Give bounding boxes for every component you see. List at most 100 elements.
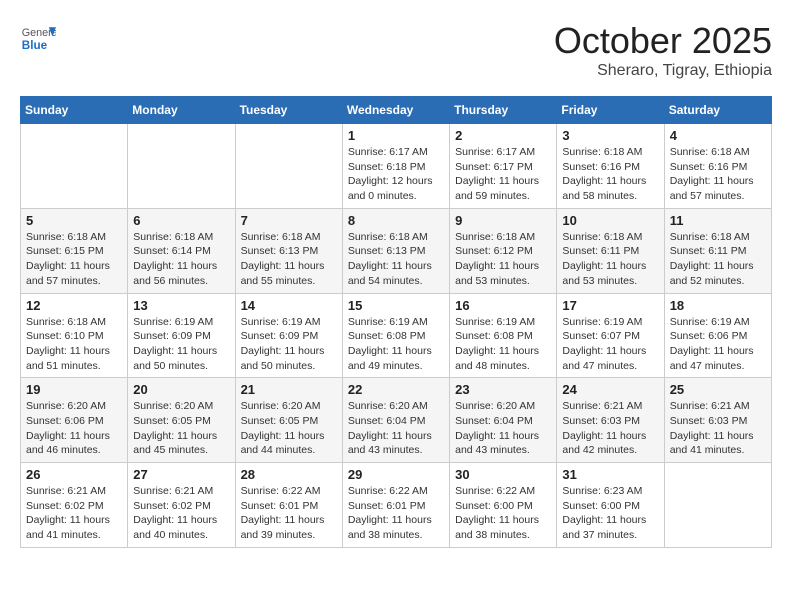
day-info: Sunrise: 6:18 AM Sunset: 6:10 PM Dayligh… xyxy=(26,315,122,374)
column-header-wednesday: Wednesday xyxy=(342,97,449,124)
calendar-cell: 28Sunrise: 6:22 AM Sunset: 6:01 PM Dayli… xyxy=(235,463,342,548)
column-header-tuesday: Tuesday xyxy=(235,97,342,124)
day-info: Sunrise: 6:18 AM Sunset: 6:11 PM Dayligh… xyxy=(562,230,658,289)
calendar-cell: 30 Sunrise: 6:22 AM Sunset: 6:00 PM Dayli… xyxy=(450,463,557,548)
day-info: Sunrise: 6:22 AM Sunset: 6:00 PM Dayligh… xyxy=(455,484,551,543)
calendar-table: SundayMondayTuesdayWednesdayThursdayFrid… xyxy=(20,96,772,548)
column-header-monday: Monday xyxy=(128,97,235,124)
day-info: Sunrise: 6:21 AM Sunset: 6:03 PM Dayligh… xyxy=(562,399,658,458)
day-number: 2 xyxy=(455,128,551,143)
calendar-cell: 13 Sunrise: 6:19 AM Sunset: 6:09 PM Dayli… xyxy=(128,293,235,378)
day-number: 16 xyxy=(455,298,551,313)
column-header-thursday: Thursday xyxy=(450,97,557,124)
month-title: October 2025 xyxy=(554,20,772,62)
day-number: 5 xyxy=(26,213,122,228)
day-info: Sunrise: 6:19 AM Sunset: 6:09 PM Dayligh… xyxy=(133,315,229,374)
day-info: Sunrise: 6:19 AM Sunset: 6:08 PM Dayligh… xyxy=(455,315,551,374)
day-info: Sunrise: 6:18 AM Sunset: 6:16 PM Dayligh… xyxy=(562,145,658,204)
location-subtitle: Sheraro, Tigray, Ethiopia xyxy=(554,62,772,80)
calendar-cell: 24 Sunrise: 6:21 AM Sunset: 6:03 PM Dayli… xyxy=(557,378,664,463)
day-info: Sunrise: 6:18 AM Sunset: 6:15 PM Dayligh… xyxy=(26,230,122,289)
calendar-cell: 2 Sunrise: 6:17 AM Sunset: 6:17 PM Daylig… xyxy=(450,124,557,209)
calendar-header-row: SundayMondayTuesdayWednesdayThursdayFrid… xyxy=(21,97,772,124)
calendar-cell: 5 Sunrise: 6:18 AM Sunset: 6:15 PM Daylig… xyxy=(21,208,128,293)
day-info: Sunrise: 6:17 AM Sunset: 6:18 PM Dayligh… xyxy=(348,145,444,204)
day-number: 18 xyxy=(670,298,766,313)
day-number: 12 xyxy=(26,298,122,313)
day-number: 29 xyxy=(348,467,444,482)
day-info: Sunrise: 6:23 AM Sunset: 6:00 PM Dayligh… xyxy=(562,484,658,543)
calendar-cell: 15Sunrise: 6:19 AM Sunset: 6:08 PM Dayli… xyxy=(342,293,449,378)
calendar-cell xyxy=(21,124,128,209)
day-number: 14 xyxy=(241,298,337,313)
calendar-cell xyxy=(128,124,235,209)
day-info: Sunrise: 6:20 AM Sunset: 6:04 PM Dayligh… xyxy=(348,399,444,458)
day-number: 31 xyxy=(562,467,658,482)
logo-icon: General Blue xyxy=(20,20,56,56)
calendar-cell xyxy=(235,124,342,209)
day-number: 20 xyxy=(133,382,229,397)
day-number: 24 xyxy=(562,382,658,397)
day-number: 8 xyxy=(348,213,444,228)
day-info: Sunrise: 6:21 AM Sunset: 6:02 PM Dayligh… xyxy=(133,484,229,543)
day-info: Sunrise: 6:19 AM Sunset: 6:07 PM Dayligh… xyxy=(562,315,658,374)
week-row-4: 19 Sunrise: 6:20 AM Sunset: 6:06 PM Dayli… xyxy=(21,378,772,463)
day-number: 10 xyxy=(562,213,658,228)
calendar-cell: 31 Sunrise: 6:23 AM Sunset: 6:00 PM Dayli… xyxy=(557,463,664,548)
calendar-cell: 11 Sunrise: 6:18 AM Sunset: 6:11 PM Dayli… xyxy=(664,208,771,293)
calendar-cell: 26 Sunrise: 6:21 AM Sunset: 6:02 PM Dayli… xyxy=(21,463,128,548)
calendar-cell: 3 Sunrise: 6:18 AM Sunset: 6:16 PM Daylig… xyxy=(557,124,664,209)
day-number: 26 xyxy=(26,467,122,482)
calendar-cell: 25 Sunrise: 6:21 AM Sunset: 6:03 PM Dayli… xyxy=(664,378,771,463)
day-number: 27 xyxy=(133,467,229,482)
day-info: Sunrise: 6:20 AM Sunset: 6:05 PM Dayligh… xyxy=(241,399,337,458)
day-number: 1 xyxy=(348,128,444,143)
day-info: Sunrise: 6:17 AM Sunset: 6:17 PM Dayligh… xyxy=(455,145,551,204)
week-row-3: 12 Sunrise: 6:18 AM Sunset: 6:10 PM Dayli… xyxy=(21,293,772,378)
day-info: Sunrise: 6:18 AM Sunset: 6:11 PM Dayligh… xyxy=(670,230,766,289)
calendar-cell: 17 Sunrise: 6:19 AM Sunset: 6:07 PM Dayli… xyxy=(557,293,664,378)
calendar-cell: 1 Sunrise: 6:17 AM Sunset: 6:18 PM Daylig… xyxy=(342,124,449,209)
calendar-cell: 29Sunrise: 6:22 AM Sunset: 6:01 PM Dayli… xyxy=(342,463,449,548)
day-number: 11 xyxy=(670,213,766,228)
day-info: Sunrise: 6:18 AM Sunset: 6:16 PM Dayligh… xyxy=(670,145,766,204)
calendar-cell: 10 Sunrise: 6:18 AM Sunset: 6:11 PM Dayli… xyxy=(557,208,664,293)
title-area: October 2025 Sheraro, Tigray, Ethiopia xyxy=(554,20,772,80)
calendar-cell: 20Sunrise: 6:20 AM Sunset: 6:05 PM Dayli… xyxy=(128,378,235,463)
calendar-cell: 4Sunrise: 6:18 AM Sunset: 6:16 PM Daylig… xyxy=(664,124,771,209)
day-number: 23 xyxy=(455,382,551,397)
day-info: Sunrise: 6:21 AM Sunset: 6:03 PM Dayligh… xyxy=(670,399,766,458)
day-info: Sunrise: 6:19 AM Sunset: 6:06 PM Dayligh… xyxy=(670,315,766,374)
calendar-cell: 16 Sunrise: 6:19 AM Sunset: 6:08 PM Dayli… xyxy=(450,293,557,378)
day-number: 30 xyxy=(455,467,551,482)
day-number: 13 xyxy=(133,298,229,313)
day-number: 9 xyxy=(455,213,551,228)
calendar-cell: 18 Sunrise: 6:19 AM Sunset: 6:06 PM Dayli… xyxy=(664,293,771,378)
week-row-5: 26 Sunrise: 6:21 AM Sunset: 6:02 PM Dayli… xyxy=(21,463,772,548)
calendar-cell: 23Sunrise: 6:20 AM Sunset: 6:04 PM Dayli… xyxy=(450,378,557,463)
logo: General Blue xyxy=(20,20,56,56)
day-info: Sunrise: 6:21 AM Sunset: 6:02 PM Dayligh… xyxy=(26,484,122,543)
calendar-cell: 6Sunrise: 6:18 AM Sunset: 6:14 PM Daylig… xyxy=(128,208,235,293)
day-number: 7 xyxy=(241,213,337,228)
day-number: 3 xyxy=(562,128,658,143)
day-number: 25 xyxy=(670,382,766,397)
day-number: 28 xyxy=(241,467,337,482)
calendar-cell: 27 Sunrise: 6:21 AM Sunset: 6:02 PM Dayli… xyxy=(128,463,235,548)
svg-text:Blue: Blue xyxy=(22,39,48,52)
day-number: 15 xyxy=(348,298,444,313)
day-number: 17 xyxy=(562,298,658,313)
calendar-cell: 8 Sunrise: 6:18 AM Sunset: 6:13 PM Daylig… xyxy=(342,208,449,293)
day-number: 19 xyxy=(26,382,122,397)
column-header-saturday: Saturday xyxy=(664,97,771,124)
day-info: Sunrise: 6:18 AM Sunset: 6:13 PM Dayligh… xyxy=(348,230,444,289)
day-number: 22 xyxy=(348,382,444,397)
column-header-sunday: Sunday xyxy=(21,97,128,124)
calendar-cell: 22 Sunrise: 6:20 AM Sunset: 6:04 PM Dayli… xyxy=(342,378,449,463)
calendar-cell: 14Sunrise: 6:19 AM Sunset: 6:09 PM Dayli… xyxy=(235,293,342,378)
day-info: Sunrise: 6:20 AM Sunset: 6:06 PM Dayligh… xyxy=(26,399,122,458)
calendar-cell: 19 Sunrise: 6:20 AM Sunset: 6:06 PM Dayli… xyxy=(21,378,128,463)
day-number: 21 xyxy=(241,382,337,397)
calendar-cell: 7Sunrise: 6:18 AM Sunset: 6:13 PM Daylig… xyxy=(235,208,342,293)
calendar-cell: 12 Sunrise: 6:18 AM Sunset: 6:10 PM Dayli… xyxy=(21,293,128,378)
